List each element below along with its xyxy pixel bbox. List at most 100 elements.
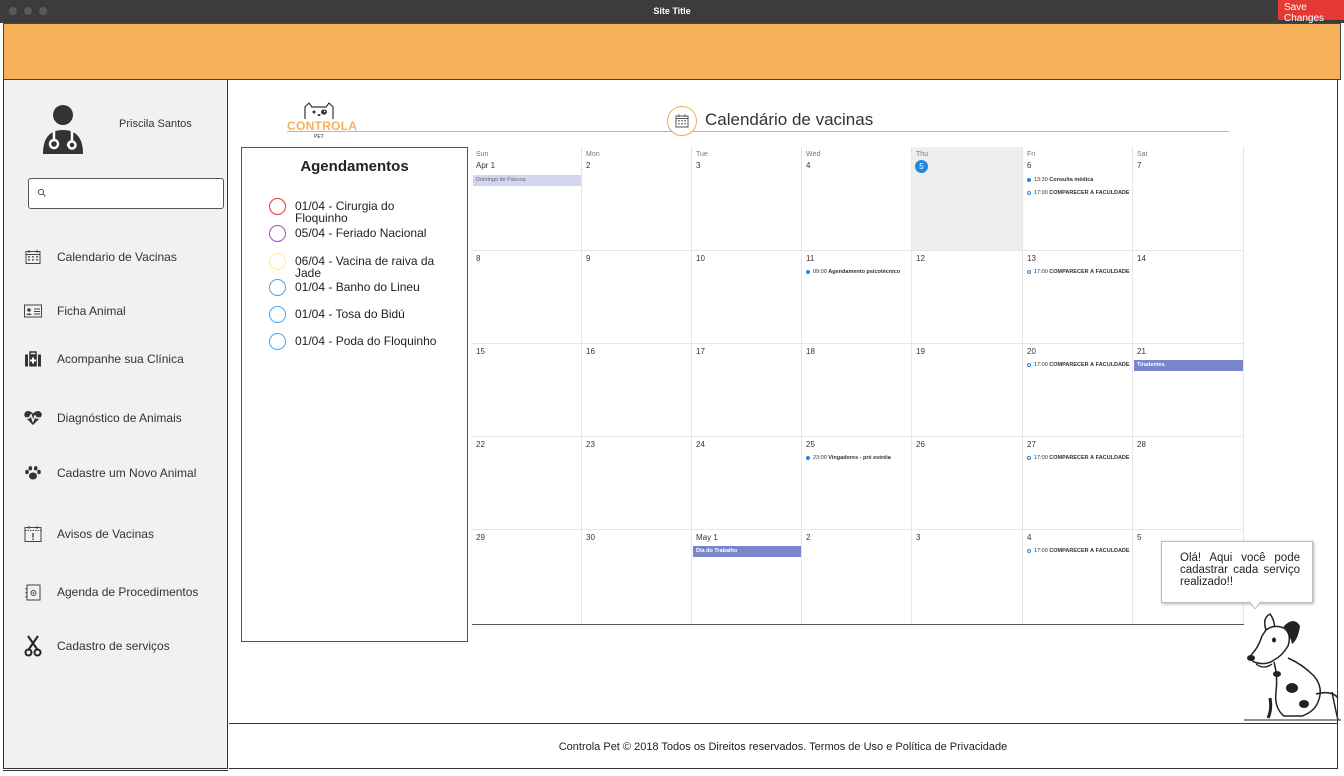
sidebar-bottom-border [3,770,228,774]
calendar-day-cell[interactable]: 14 [1133,251,1244,344]
calendar-day-cell[interactable]: 15 [472,344,582,437]
search-icon [37,188,46,197]
logo-subtext: PET [314,134,324,140]
day-number: 22 [476,440,485,449]
appointment-item[interactable]: 01/04 - Banho do Lineu [269,279,440,296]
appointment-item[interactable]: 01/04 - Poda do Floquinho [269,333,440,350]
calendar-day-cell[interactable]: 28 [1133,437,1244,530]
sidebar: Priscila Santos Calendario de Vacinas Fi… [3,80,228,769]
title-underline [287,131,1229,132]
calendar-day-cell[interactable]: 26 [912,437,1023,530]
appointment-status-circle [269,306,286,323]
calendar-day-cell[interactable]: 22 [472,437,582,530]
nav-label: Ficha Animal [57,304,126,318]
day-number: 27 [1027,440,1036,449]
calendar-event[interactable]: 13:30 Consulta médica [1027,177,1131,183]
nav-agenda-de-procedimentos[interactable]: Agenda de Procedimentos [22,580,198,604]
calendar-event[interactable]: 09:00 Agendamento psicotécnico [806,269,910,275]
save-changes-button[interactable]: Save Changes [1278,0,1344,24]
day-number: 23 [586,440,595,449]
calendar-day-cell[interactable]: 29 [472,530,582,625]
calendar-title: Calendário de vacinas [705,110,874,129]
appointments-title: Agendamentos [300,158,409,175]
day-number: 10 [696,254,705,263]
calendar-day-cell[interactable]: 3 [912,530,1023,625]
nav-cadastro-de-servicos[interactable]: Cadastro de serviços [22,634,170,658]
calendar-day-cell[interactable]: Fri 6 13:30 Consulta médica 17:00 COMPARECE… [1023,147,1133,251]
calendar-day-cell[interactable]: 19 [912,344,1023,437]
day-number: 5 [1137,533,1142,542]
search-input[interactable] [53,183,218,205]
calendar-event[interactable]: 17:00 COMPARECER À FACULDADE [1027,269,1131,275]
event-bullet [1027,269,1031,274]
nav-avisos-de-vacinas[interactable]: Avisos de Vacinas [22,522,154,546]
calendar-event[interactable]: 17:00 COMPARECER À FACULDADE [1027,455,1131,461]
calendar-event[interactable]: 23:00 Vingadores - pré estréia [806,455,910,461]
nav-diagnostico-de-animais[interactable]: Diagnóstico de Animais [22,406,182,430]
appointment-item[interactable]: 01/04 - Cirurgia do Floquinho [269,198,440,224]
calendar-day-cell[interactable]: 13 17:00 COMPARECER À FACULDADE [1023,251,1133,344]
calendar-day-cell[interactable]: 23 [582,437,692,530]
calendar-day-cell[interactable]: 21 Tiradentes [1133,344,1244,437]
calendar-day-cell[interactable]: 25 23:00 Vingadores - pré estréia [802,437,912,530]
appointment-text: 01/04 - Cirurgia do Floquinho [295,199,395,225]
weekday-label: Fri [1027,151,1036,158]
calendar-day-cell[interactable]: 24 [692,437,802,530]
calendar-day-cell[interactable]: 4 17:00 COMPARECER À FACULDADE [1023,530,1133,625]
nav-cadastre-um-novo-animal[interactable]: Cadastre um Novo Animal [22,461,196,485]
calendar-day-cell[interactable]: 20 17:00 COMPARECER À FACULDADE [1023,344,1133,437]
calendar-day-cell[interactable]: May 1 Dia do Trabalho [692,530,802,625]
calendar-day-cell[interactable]: Sun Apr 1 Domingo de Páscoa [472,147,582,251]
nav-label: Cadastre um Novo Animal [57,466,197,480]
calendar-day-cell[interactable]: 30 [582,530,692,625]
event-bullet [1027,190,1031,195]
calendar-day-cell[interactable]: 2 [802,530,912,625]
calendar-day-cell[interactable]: 17 [692,344,802,437]
event-bullet [1027,177,1031,182]
calendar-event[interactable]: Domingo de Páscoa [473,175,581,186]
appointment-text: 01/04 - Banho do Lineu [295,280,420,294]
appointment-text: 06/04 - Vacina de raiva da Jade [295,254,435,280]
speech-bubble: Olá! Aqui você pode cadastrar cada servi… [1161,541,1313,603]
calendar-event[interactable]: 17:00 COMPARECER À FACULDADE [1027,548,1131,554]
nav-label: Cadastro de serviços [57,639,170,653]
calendar-day-cell[interactable]: 10 [692,251,802,344]
day-number: 3 [916,533,921,542]
month-calendar: Sun Apr 1 Domingo de Páscoa Mon 2 Tue 3 Wed 4 Thu… [472,147,1244,625]
calendar-day-cell[interactable]: 11 09:00 Agendamento psicotécnico [802,251,912,344]
weekday-label: Sat [1137,151,1148,158]
calendar-day-cell[interactable]: Wed 4 [802,147,912,251]
heartbeat-icon [22,408,44,428]
calendar-day-cell[interactable]: Sat 7 [1133,147,1244,251]
appointment-item[interactable]: 01/04 - Tosa do Bidú [269,306,440,323]
appointment-item[interactable]: 05/04 - Feriado Nacional [269,225,440,242]
nav-calendario-de-vacinas[interactable]: Calendario de Vacinas [22,245,177,269]
weekday-label: Sun [476,151,489,158]
event-bullet [806,269,810,274]
calendar-event[interactable]: 17:00 COMPARECER À FACULDADE [1027,362,1131,368]
appointment-item[interactable]: 06/04 - Vacina de raiva da Jade [269,253,440,279]
calendar-day-cell[interactable]: 16 [582,344,692,437]
day-number: 19 [916,347,925,356]
window-titlebar: Site Title [0,0,1344,23]
scissors-icon [22,635,44,657]
nav-ficha-animal[interactable]: Ficha Animal [22,299,126,323]
day-number: 14 [1137,254,1146,263]
nav-acompanhe-sua-clinica[interactable]: Acompanhe sua Clínica [22,347,184,371]
calendar-event[interactable]: 17:00 COMPARECER À FACULDADE [1027,190,1131,196]
calendar-event[interactable]: Tiradentes [1134,360,1243,371]
id-card-icon [22,301,44,321]
calendar-day-cell[interactable]: Thu 5 [912,147,1023,251]
search-box[interactable] [28,178,224,209]
calendar-day-cell[interactable]: 27 17:00 COMPARECER À FACULDADE [1023,437,1133,530]
calendar-day-cell[interactable]: Tue 3 [692,147,802,251]
event-time: 17:00 [1034,362,1048,368]
day-number: 2 [586,161,591,170]
calendar-day-cell[interactable]: 9 [582,251,692,344]
calendar-day-cell[interactable]: 12 [912,251,1023,344]
calendar-day-cell[interactable]: 8 [472,251,582,344]
calendar-day-cell[interactable]: Mon 2 [582,147,692,251]
calendar-day-cell[interactable]: 18 [802,344,912,437]
day-number: 13 [1027,254,1036,263]
calendar-event[interactable]: Dia do Trabalho [693,546,801,557]
